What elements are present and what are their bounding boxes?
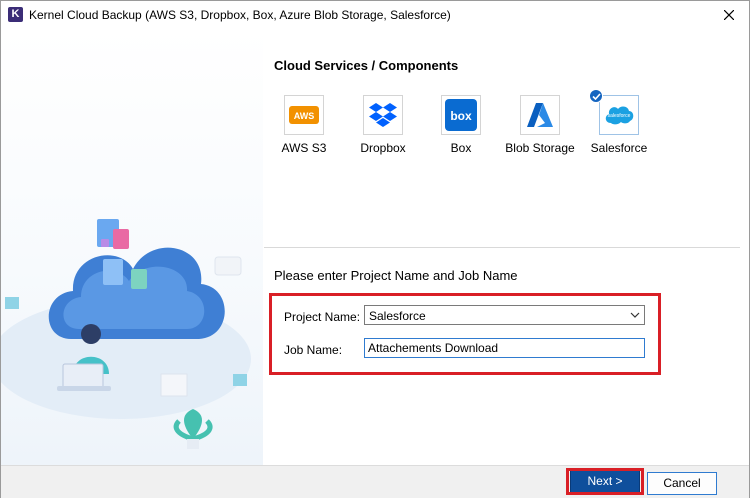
job-name-label: Job Name: xyxy=(284,343,343,357)
service-box[interactable]: box Box xyxy=(421,95,501,157)
service-tile xyxy=(363,95,403,135)
section-divider xyxy=(264,247,740,248)
illustration-panel xyxy=(1,29,263,465)
box-icon: box xyxy=(445,99,477,131)
aws-icon: AWS xyxy=(289,106,319,124)
service-label: Box xyxy=(450,141,472,155)
services-section-title: Cloud Services / Components xyxy=(274,58,459,73)
service-tile: box xyxy=(441,95,481,135)
dropbox-icon xyxy=(369,103,397,127)
service-dropbox[interactable]: Dropbox xyxy=(343,95,423,157)
service-salesforce[interactable]: salesforce Salesforce xyxy=(579,89,659,157)
service-label: Blob Storage xyxy=(505,141,575,155)
service-blob-storage[interactable]: Blob Storage xyxy=(500,95,580,157)
project-name-label: Project Name: xyxy=(284,310,361,324)
job-name-input[interactable] xyxy=(364,338,645,358)
project-name-value: Salesforce xyxy=(369,309,426,323)
chevron-down-icon xyxy=(630,312,640,318)
service-tile xyxy=(520,95,560,135)
service-label: Dropbox xyxy=(360,141,406,155)
title-bar: K Kernel Cloud Backup (AWS S3, Dropbox, … xyxy=(1,1,749,29)
cancel-button[interactable]: Cancel xyxy=(647,472,717,495)
next-highlight-frame xyxy=(566,468,644,495)
svg-text:salesforce: salesforce xyxy=(608,113,631,119)
app-window: K Kernel Cloud Backup (AWS S3, Dropbox, … xyxy=(0,0,750,498)
form-prompt: Please enter Project Name and Job Name xyxy=(274,268,518,283)
salesforce-icon: salesforce xyxy=(605,106,634,125)
app-logo-icon: K xyxy=(8,7,23,22)
azure-icon xyxy=(527,103,553,127)
service-tile: AWS xyxy=(284,95,324,135)
selected-check-icon xyxy=(589,89,603,103)
service-label: Salesforce xyxy=(590,141,648,155)
close-icon xyxy=(724,10,734,20)
close-button[interactable] xyxy=(715,3,743,27)
svg-text:box: box xyxy=(450,109,472,123)
window-title: Kernel Cloud Backup (AWS S3, Dropbox, Bo… xyxy=(29,8,451,22)
cloud-backup-illustration xyxy=(1,219,251,449)
service-tile: salesforce xyxy=(599,95,639,135)
service-aws-s3[interactable]: AWS AWS S3 xyxy=(264,95,344,157)
svg-text:AWS: AWS xyxy=(294,111,315,121)
project-name-dropdown[interactable]: Salesforce xyxy=(364,305,645,325)
service-label: AWS S3 xyxy=(281,141,327,155)
